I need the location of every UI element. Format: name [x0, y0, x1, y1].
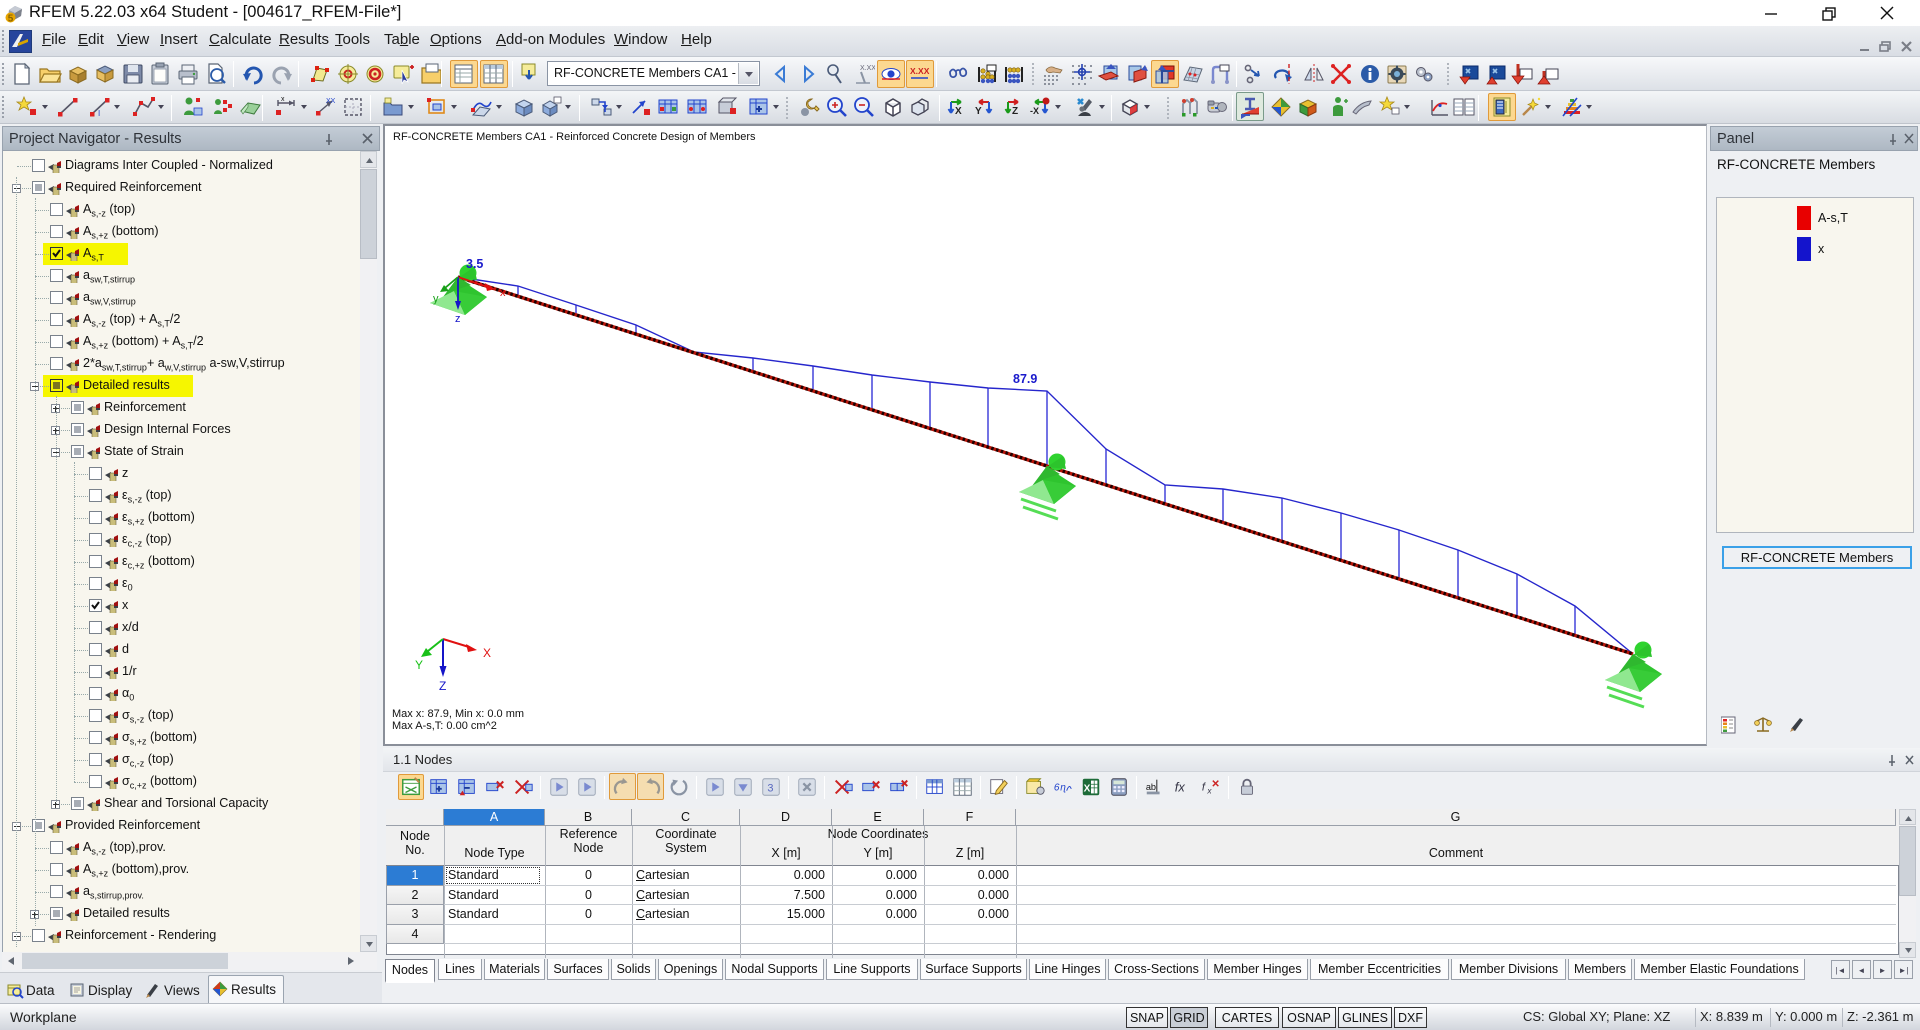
svg-text:X: X	[1084, 784, 1091, 795]
svg-text:3: 3	[767, 783, 773, 795]
svg-text:x: x	[281, 96, 285, 103]
svg-text:-X: -X	[1030, 106, 1039, 116]
svg-text:X: X	[483, 646, 491, 660]
svg-text:3.5: 3.5	[466, 257, 483, 271]
svg-text:x: x	[500, 287, 506, 299]
svg-text:Y: Y	[975, 106, 982, 117]
svg-text:XX: XX	[326, 98, 336, 105]
svg-text:Y: Y	[415, 658, 423, 672]
svg-text:5: 5	[8, 14, 14, 25]
svg-text:87.9: 87.9	[1013, 372, 1037, 386]
svg-text:X.XX: X.XX	[910, 66, 930, 76]
svg-text:I: I	[98, 109, 100, 118]
svg-text:Z: Z	[439, 679, 446, 693]
svg-text:fx: fx	[1175, 780, 1186, 795]
svg-text:X: X	[955, 106, 962, 117]
svg-text:z: z	[455, 313, 461, 325]
svg-text:f: f	[1202, 782, 1206, 794]
svg-text:X.XX: X.XX	[860, 65, 875, 72]
svg-text:Z: Z	[1012, 106, 1018, 117]
svg-text:y: y	[433, 293, 439, 305]
svg-text:x: x	[1206, 786, 1212, 795]
svg-text:ab: ab	[1146, 782, 1156, 792]
svg-text:6: 6	[1054, 783, 1060, 794]
svg-text:ɳ: ɳ	[1060, 783, 1066, 794]
